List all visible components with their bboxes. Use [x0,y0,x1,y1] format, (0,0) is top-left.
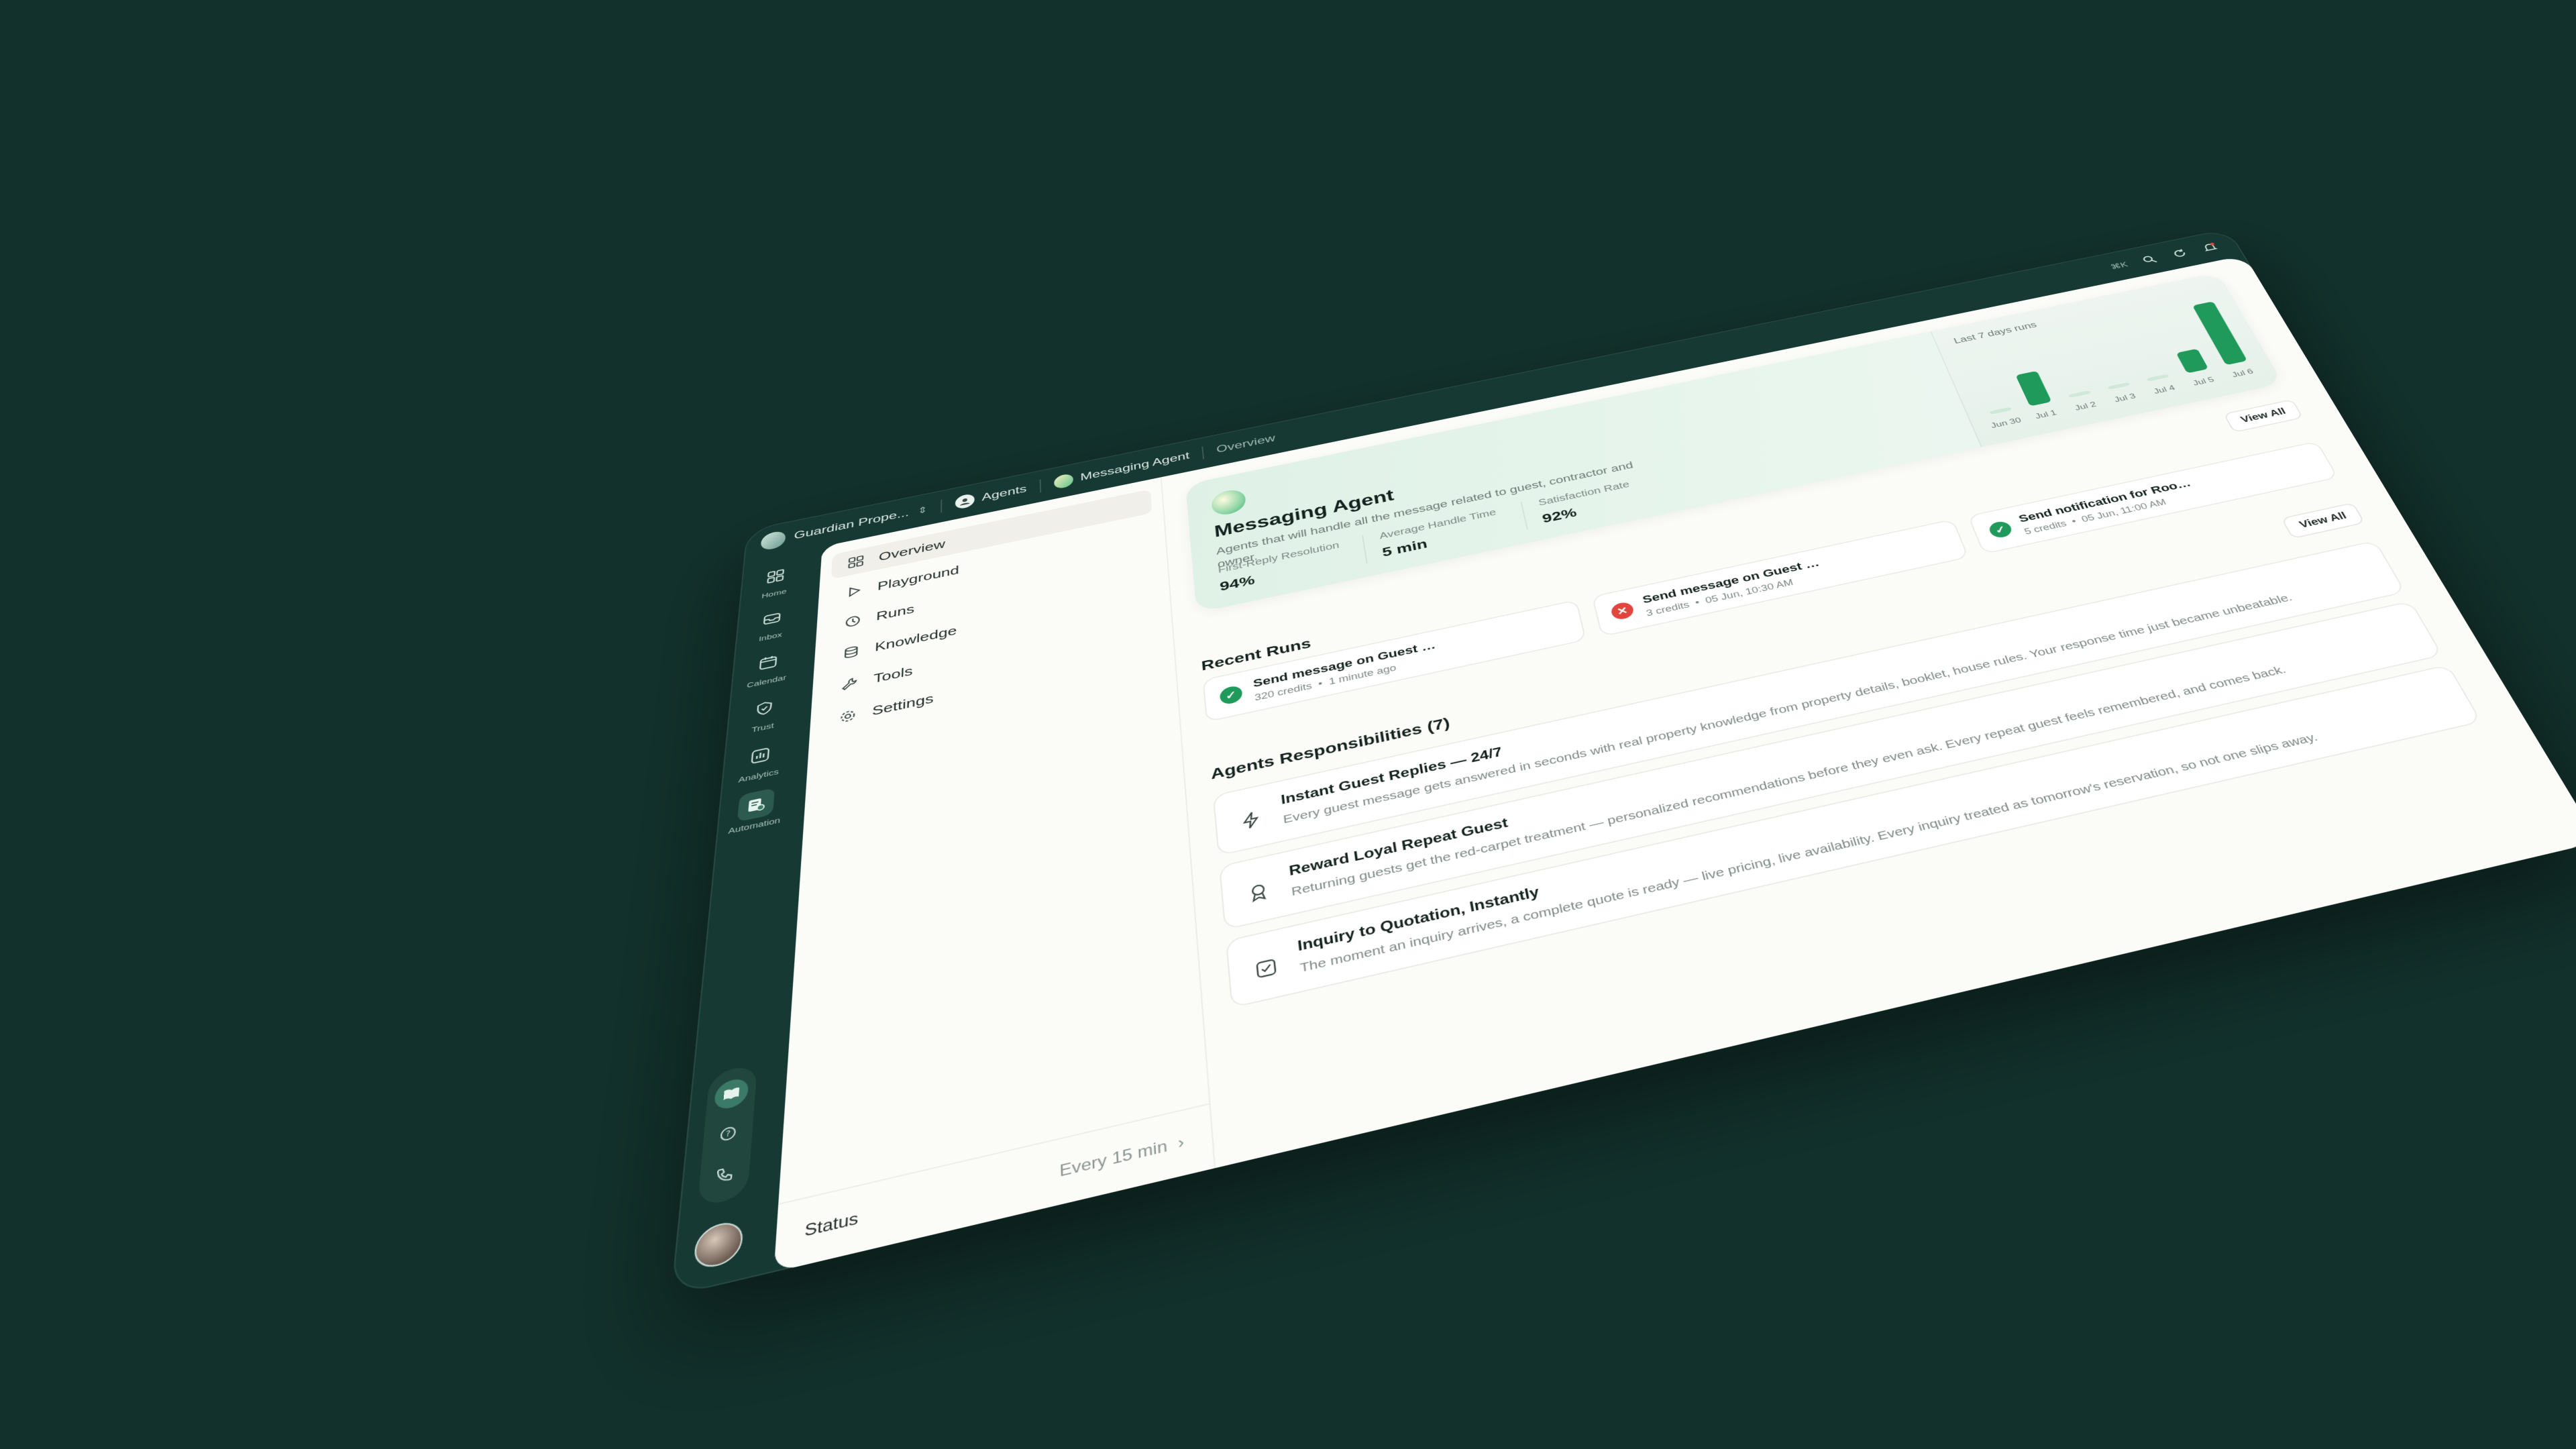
chart-bar [1989,407,2012,415]
status-schedule: Every 15 min [1059,1137,1168,1181]
runs-view-all-button[interactable]: View All [2223,399,2303,433]
home-icon [759,562,793,591]
rail-quick-actions: ? [697,1063,757,1208]
subnav-label: Settings [872,691,934,719]
history-icon [843,612,863,630]
help-icon[interactable]: ? [710,1116,746,1152]
chevron-updown-icon: ⇕ [918,504,928,516]
agents-icon [955,493,975,510]
breadcrumb-label: Agents [982,483,1027,504]
rail-label: Automation [728,816,781,836]
subnav-label: Overview [878,537,945,564]
chart-tick-label: Jul 1 [2034,409,2058,421]
chart-tick-label: Jul 3 [2113,392,2137,404]
award-icon [1242,877,1275,908]
book-icon[interactable] [714,1076,749,1112]
rail-item-calendar[interactable]: Calendar [747,647,789,690]
status-row[interactable]: Status Every 15 min › [773,1104,1214,1273]
rail-label: Trust [751,721,774,734]
automation-icon [737,788,775,822]
check-icon: ✓ [1987,520,2014,539]
database-icon [841,643,861,661]
chart-icon [742,739,779,773]
shield-icon [746,692,782,724]
breadcrumb-agents[interactable]: Agents [955,482,1026,510]
play-icon [845,583,864,600]
subnav-label: Tools [873,663,913,686]
rail-item-inbox[interactable]: Inbox [753,604,789,644]
content-panel: Overview Playground Runs Knowledge Tools… [773,256,2576,1273]
svg-text:?: ? [725,1130,731,1140]
check-icon: ✓ [1219,684,1242,706]
bell-icon[interactable] [2199,240,2221,254]
lightning-icon [1235,805,1267,835]
chart-bar [2068,390,2092,398]
refresh-icon[interactable] [2169,247,2191,260]
wrench-icon [839,675,859,693]
chart-tick-label: Jul 2 [2074,400,2098,412]
agent-avatar-icon [1054,473,1073,490]
rail-label: Inbox [759,631,783,643]
chart-tick-label: Jul 4 [2152,384,2176,396]
status-value: Every 15 min › [1059,1133,1185,1181]
command-shortcut[interactable]: ⌘K [2109,260,2129,271]
search-icon[interactable] [2139,253,2161,266]
status-label: Status [804,1210,858,1242]
rail-label: Home [761,588,787,600]
phone-icon[interactable] [706,1156,743,1193]
chart-bar [2107,382,2131,390]
chevron-right-icon: › [1177,1133,1185,1153]
dot-separator: • [2070,517,2078,527]
rail-item-automation[interactable]: Automation [728,786,783,837]
inbox-icon [755,604,790,634]
responsibilities-count: (7) [1426,714,1451,735]
rail-item-trust[interactable]: Trust [745,692,782,736]
workspace-logo [760,530,786,551]
chart-bar [2015,371,2051,407]
breadcrumb-overview: Overview [1216,433,1276,455]
subnav-label: Runs [876,602,915,623]
rail-item-analytics[interactable]: Analytics [738,739,782,785]
breadcrumb-label: Overview [1216,433,1276,455]
agent-subnav: Overview Playground Runs Knowledge Tools… [773,477,1216,1272]
dot-separator: • [1694,597,1701,608]
chart-bar [2147,374,2169,381]
agent-orb-icon [1211,487,1247,517]
rail-item-home[interactable]: Home [757,562,792,601]
chart-tick-label: Jul 5 [2192,376,2216,387]
gear-icon [838,707,859,726]
chart-bar [2176,349,2208,374]
app-window: Guardian Prope... ⇕ Agents Messaging Age… [671,229,2576,1297]
dot-separator: • [1318,678,1323,689]
chart-tick-label: Jun 30 [1990,417,2023,430]
grid-icon [847,553,866,570]
error-icon: ✕ [1610,601,1635,621]
user-avatar[interactable] [693,1218,744,1271]
calendar-icon [751,647,786,678]
checkbox-icon [1249,952,1283,985]
chart-tick-label: Jul 6 [2231,368,2255,379]
